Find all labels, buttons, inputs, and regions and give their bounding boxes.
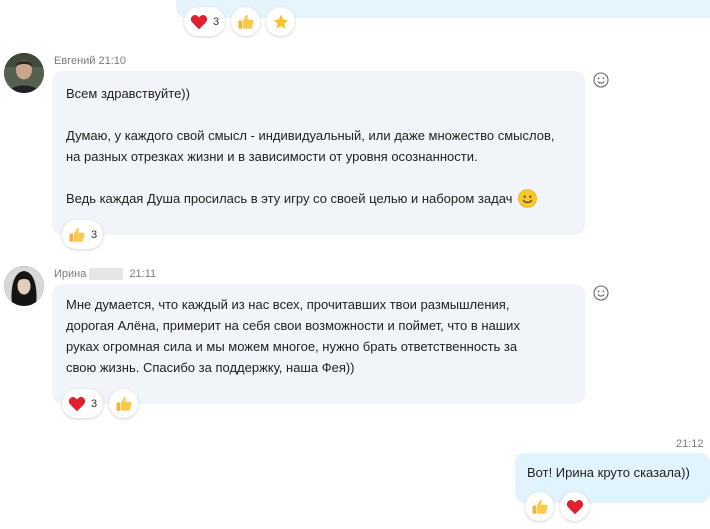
outgoing-reactions (525, 492, 589, 521)
avatar[interactable] (4, 53, 44, 93)
emoji-smile-icon (593, 72, 609, 88)
add-reaction-button[interactable] (593, 285, 609, 301)
reaction-thumbs-up[interactable]: 3 (62, 220, 104, 249)
reaction-count: 3 (91, 397, 98, 410)
author-name: Ирина (54, 268, 87, 280)
blurred-surname (89, 268, 124, 281)
message-time: 21:11 (129, 268, 157, 280)
heart-icon (190, 14, 208, 29)
avatar[interactable] (4, 266, 44, 306)
smiley-emoji-icon (518, 189, 538, 208)
author-name: Евгений (54, 55, 96, 67)
avatar-image (4, 53, 44, 93)
message-text: Всем здравствуйте)) (66, 86, 190, 101)
thumbs-up-icon (116, 396, 132, 411)
reaction-heart[interactable]: 3 (184, 7, 226, 36)
reaction-heart[interactable] (560, 492, 589, 521)
reaction-count: 3 (91, 228, 98, 241)
message-bubble[interactable]: Всем здравствуйте)) Думаю, у каждого сво… (52, 71, 585, 235)
avatar-image (4, 266, 44, 306)
message-text: Думаю, у каждого свой смысл - индивидуал… (66, 128, 555, 164)
thumbs-up-icon (69, 227, 85, 242)
message-meta: Ирина 21:11 (54, 268, 157, 281)
message-reactions: 3 (62, 389, 139, 418)
thumbs-up-icon (238, 14, 254, 29)
message-meta: Евгений 21:10 (54, 55, 126, 67)
star-icon (273, 14, 289, 29)
reaction-thumbs-up[interactable] (109, 389, 139, 418)
reaction-count: 3 (213, 15, 220, 28)
message-text: Вот! Ирина круто сказала)) (527, 465, 690, 480)
heart-icon (68, 396, 86, 411)
add-reaction-button[interactable] (593, 72, 609, 88)
reaction-star[interactable] (266, 7, 296, 36)
thumbs-up-icon (532, 499, 548, 514)
message-text: Мне думается, что каждый из нас всех, пр… (66, 297, 520, 375)
message-text: Ведь каждая Душа просилась в эту игру со… (66, 188, 573, 209)
reaction-thumbs-up[interactable] (231, 7, 261, 36)
message-reactions: 3 (62, 220, 104, 249)
emoji-smile-icon (593, 285, 609, 301)
reaction-thumbs-up[interactable] (525, 492, 554, 521)
message-bubble[interactable]: Мне думается, что каждый из нас всех, пр… (52, 284, 585, 404)
message-time: 21:10 (98, 55, 127, 67)
heart-icon (566, 499, 583, 514)
message-time: 21:12 (676, 438, 704, 450)
message-text-span: Ведь каждая Душа просилась в эту игру со… (66, 191, 513, 206)
reaction-heart[interactable]: 3 (62, 389, 104, 418)
previous-message-reactions: 3 (184, 7, 296, 36)
